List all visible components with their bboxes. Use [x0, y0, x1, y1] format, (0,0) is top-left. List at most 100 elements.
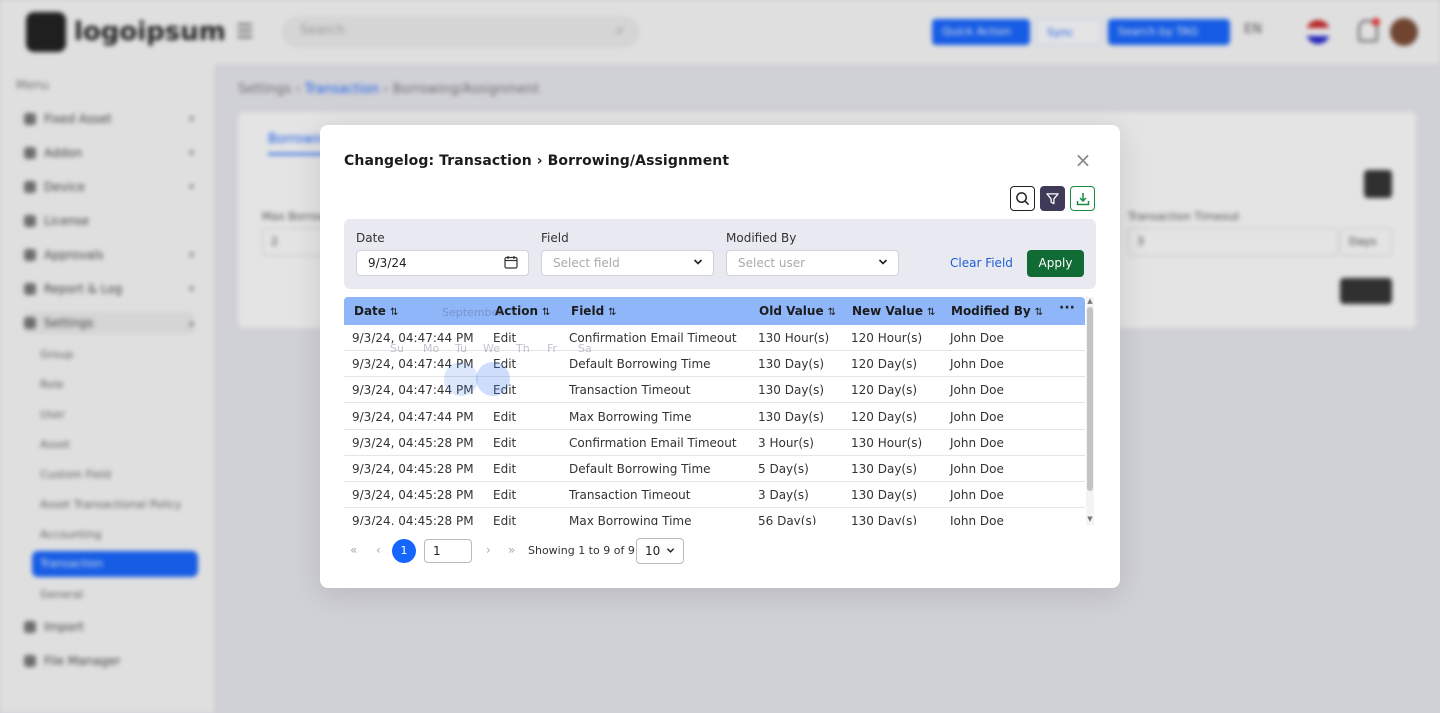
cell-new-value: 120 Day(s) — [851, 409, 918, 424]
cell-field: Max Borrowing Time — [569, 409, 692, 424]
export-icon[interactable] — [1070, 186, 1095, 211]
cell-modified-by: John Doe — [950, 435, 1004, 450]
chevron-down-icon — [693, 255, 703, 270]
cell-old-value: 130 Day(s) — [758, 357, 825, 372]
field-placeholder: Select field — [553, 256, 620, 270]
cell-action: Edit — [493, 409, 517, 424]
sort-icon[interactable]: ⇅ — [608, 307, 616, 318]
cell-date: 9/3/24, 04:45:28 PM — [352, 514, 474, 525]
pagination: « ‹ 1 1 › » Showing 1 to 9 of 9 10 — [344, 537, 744, 565]
col-old-value-label: Old Value — [759, 304, 824, 318]
cell-old-value: 5 Day(s) — [758, 462, 809, 476]
field-select[interactable]: Select field — [541, 250, 714, 276]
cell-modified-by: John Doe — [950, 462, 1004, 476]
changelog-table: Date ⇅ Action ⇅ Field ⇅ Old Value ⇅ New Valu… — [344, 297, 1096, 525]
cell-action: Edit — [493, 488, 517, 503]
calendar-icon[interactable] — [504, 255, 518, 272]
cell-new-value: 130 Day(s) — [851, 488, 918, 503]
cell-modified-by: John Doe — [950, 383, 1004, 398]
cell-action: Edit — [493, 435, 517, 450]
cell-field: Transaction Timeout — [569, 488, 691, 503]
last-page-icon[interactable]: » — [508, 543, 515, 557]
first-page-icon[interactable]: « — [350, 543, 357, 557]
clear-field-link[interactable]: Clear Field — [950, 256, 1013, 270]
date-value: 9/3/24 — [368, 256, 407, 270]
more-options-icon[interactable]: ··· — [1059, 300, 1075, 316]
table-row[interactable]: 9/3/24, 04:47:44 PM Edit Max Borrowing Tim… — [344, 404, 1085, 430]
table-row[interactable]: 9/3/24, 04:45:28 PM Edit Confirmation Emai… — [344, 430, 1085, 456]
col-old-value[interactable]: Old Value ⇅ — [759, 304, 836, 318]
page-size-select[interactable]: 10 — [636, 538, 684, 564]
cell-old-value: 3 Hour(s) — [758, 435, 814, 450]
modified-by-label: Modified By — [726, 231, 797, 245]
sort-icon[interactable]: ⇅ — [1035, 307, 1043, 318]
current-page-button[interactable]: 1 — [392, 539, 416, 563]
col-new-value[interactable]: New Value ⇅ — [852, 304, 935, 318]
cell-date: 9/3/24, 04:45:28 PM — [352, 488, 474, 503]
cell-date: 9/3/24, 04:45:28 PM — [352, 435, 474, 450]
col-action[interactable]: Action ⇅ — [495, 304, 550, 318]
ghost-calendar-day — [444, 362, 478, 396]
cell-field: Default Borrowing Time — [569, 357, 711, 372]
scroll-thumb[interactable] — [1087, 307, 1093, 491]
scroll-down-icon[interactable]: ▼ — [1086, 515, 1094, 523]
cell-new-value: 120 Day(s) — [851, 383, 918, 398]
modified-by-placeholder: Select user — [738, 256, 806, 270]
cell-new-value: 120 Day(s) — [851, 357, 918, 372]
cell-modified-by: John Doe — [950, 409, 1004, 424]
table-row[interactable]: 9/3/24, 04:47:44 PM Edit Confirmation Emai… — [344, 325, 1085, 351]
sort-icon[interactable]: ⇅ — [390, 307, 398, 318]
cell-old-value: 130 Hour(s) — [758, 331, 830, 345]
page-number-input[interactable]: 1 — [424, 539, 472, 563]
cell-new-value: 120 Hour(s) — [851, 331, 923, 345]
cell-action: Edit — [493, 331, 517, 345]
filter-bar: Date 9/3/24 Field Select field Modified … — [344, 219, 1096, 289]
cell-action: Edit — [493, 462, 517, 476]
scroll-up-icon[interactable]: ▲ — [1086, 297, 1094, 305]
col-date-label: Date — [354, 304, 386, 318]
cell-field: Confirmation Email Timeout — [569, 435, 737, 450]
cell-modified-by: John Doe — [950, 488, 1004, 503]
apply-button[interactable]: Apply — [1027, 250, 1084, 277]
sort-icon[interactable]: ⇅ — [542, 307, 550, 318]
cell-field: Default Borrowing Time — [569, 462, 711, 476]
cell-date: 9/3/24, 04:45:28 PM — [352, 462, 474, 476]
col-field-label: Field — [571, 304, 605, 318]
cell-date: 9/3/24, 04:47:44 PM — [352, 409, 474, 424]
cell-old-value: 130 Day(s) — [758, 383, 825, 398]
cell-new-value: 130 Hour(s) — [851, 435, 923, 450]
cell-field: Transaction Timeout — [569, 383, 691, 398]
cell-old-value: 130 Day(s) — [758, 409, 825, 424]
prev-page-icon[interactable]: ‹ — [376, 543, 381, 557]
table-row[interactable]: 9/3/24, 04:45:28 PM Edit Default Borrowing… — [344, 456, 1085, 482]
col-modified-by[interactable]: Modified By ⇅ — [951, 304, 1043, 318]
modified-by-select[interactable]: Select user — [726, 250, 899, 276]
ghost-calendar-selected-day — [476, 362, 510, 396]
table-header: Date ⇅ Action ⇅ Field ⇅ Old Value ⇅ New Valu… — [344, 297, 1085, 325]
cell-field: Max Borrowing Time — [569, 514, 692, 525]
close-icon[interactable]: × — [1074, 150, 1092, 170]
cell-old-value: 56 Day(s) — [758, 514, 817, 525]
search-icon[interactable] — [1010, 186, 1035, 211]
table-row[interactable]: 9/3/24, 04:45:28 PM Edit Max Borrowing Tim… — [344, 508, 1085, 525]
pagination-info: Showing 1 to 9 of 9 — [528, 544, 635, 557]
sort-icon[interactable]: ⇅ — [927, 307, 935, 318]
table-scrollbar[interactable]: ▲ ▼ — [1086, 297, 1094, 525]
changelog-modal: Changelog: Transaction › Borrowing/Assig… — [320, 125, 1120, 588]
cell-action: Edit — [493, 514, 517, 525]
table-row[interactable]: 9/3/24, 04:45:28 PM Edit Transaction Timeo… — [344, 482, 1085, 509]
sort-icon[interactable]: ⇅ — [828, 307, 836, 318]
col-modified-by-label: Modified By — [951, 304, 1031, 318]
filter-icon[interactable] — [1040, 186, 1065, 211]
col-new-value-label: New Value — [852, 304, 923, 318]
next-page-icon[interactable]: › — [486, 543, 491, 557]
page-size-value: 10 — [645, 544, 661, 558]
cell-new-value: 130 Day(s) — [851, 514, 918, 525]
col-field[interactable]: Field ⇅ — [571, 304, 617, 318]
col-date[interactable]: Date ⇅ — [354, 304, 398, 318]
modal-title: Changelog: Transaction › Borrowing/Assig… — [344, 153, 730, 169]
date-input[interactable]: 9/3/24 — [356, 250, 529, 276]
field-label: Field — [541, 231, 569, 245]
cell-modified-by: John Doe — [950, 331, 1004, 345]
cell-modified-by: John Doe — [950, 514, 1004, 525]
